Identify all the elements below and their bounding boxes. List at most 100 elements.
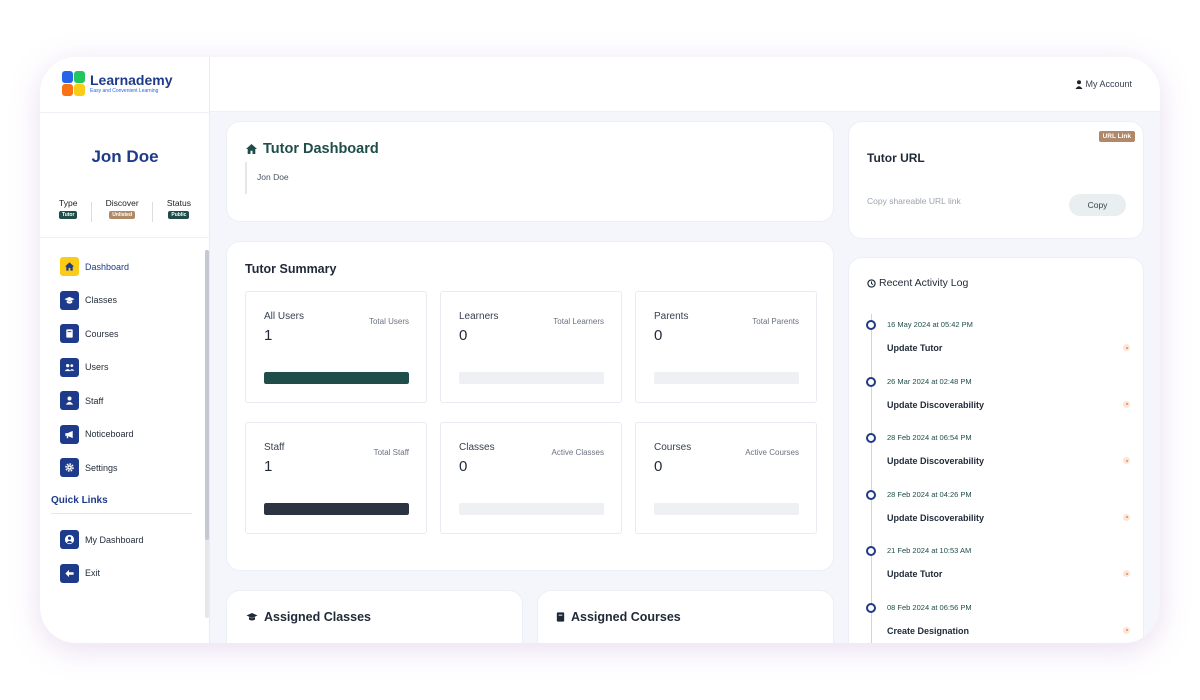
assigned-courses-title-text: Assigned Courses (571, 610, 681, 624)
sidebar-item-label: Users (85, 362, 109, 372)
timeline-dot (866, 376, 876, 387)
stat-card-staff: Staff 1 Total Staff (245, 422, 427, 534)
timeline-dot (866, 489, 876, 500)
activity-item[interactable]: 26 Mar 2024 at 02:48 PM Update Discovera… (866, 373, 1130, 429)
stat-card-learners: Learners 0 Total Learners (440, 291, 622, 403)
profile-status: Status Public (164, 198, 194, 222)
stat-value: 0 (654, 458, 663, 475)
profile-discover-label: Discover (105, 198, 139, 208)
activity-text: Update Discoverability (887, 399, 985, 410)
activity-date: 28 Feb 2024 at 04:26 PM (887, 489, 972, 499)
activity-date: 28 Feb 2024 at 06:54 PM (887, 433, 972, 442)
user-circle-icon (60, 530, 79, 549)
stat-progress-bar (264, 372, 409, 384)
status-dot-icon (1123, 457, 1130, 464)
stat-sublabel: Total Parents (752, 317, 799, 326)
stat-card-courses: Courses 0 Active Courses (635, 422, 817, 534)
sidebar-item-classes[interactable]: Classes (60, 290, 134, 310)
profile-discover: Discover Unlisted (103, 198, 142, 222)
sidebar-nav: Dashboard Classes Courses Users Staff No… (60, 257, 134, 492)
status-dot-icon (1123, 513, 1130, 521)
quick-links-nav: My Dashboard Exit (60, 530, 144, 597)
sidebar-item-dashboard[interactable]: Dashboard (60, 257, 134, 276)
stat-value: 0 (459, 458, 468, 475)
stat-sublabel: Total Learners (553, 317, 604, 326)
stat-progress-bar (459, 372, 604, 384)
book-icon (60, 324, 79, 343)
profile-type-label: Type (59, 198, 78, 208)
user-icon (1075, 79, 1083, 89)
bullhorn-icon (60, 424, 79, 444)
status-badge: Tutor (59, 211, 78, 219)
sidebar-item-label: Staff (85, 395, 104, 406)
book-icon (556, 612, 565, 622)
tutor-url-title: Tutor URL (867, 151, 925, 165)
stat-progress-bar (264, 503, 409, 515)
stat-sublabel: Total Users (368, 317, 409, 326)
divider (40, 237, 210, 238)
sidebar-item-exit[interactable]: Exit (60, 563, 144, 583)
my-account-link[interactable]: My Account (1075, 79, 1132, 89)
logo[interactable]: Learnademy Easy and Convenient Learning (62, 71, 172, 97)
timeline-dot (866, 433, 876, 443)
my-account-label: My Account (1085, 79, 1132, 89)
divider (51, 513, 192, 514)
stat-label: All Users (264, 311, 305, 322)
sidebar-item-settings[interactable]: Settings (60, 458, 134, 477)
divider (91, 202, 93, 222)
stat-sublabel: Active Classes (551, 448, 604, 457)
logo-icon (62, 71, 86, 97)
activity-item[interactable]: 28 Feb 2024 at 04:26 PM Update Discovera… (866, 486, 1130, 542)
graduation-cap-icon (246, 613, 258, 621)
sidebar-item-noticeboard[interactable]: Noticeboard (60, 424, 134, 444)
app-window: Learnademy Easy and Convenient Learning … (40, 57, 1160, 643)
sidebar-item-label: My Dashboard (85, 534, 144, 545)
profile-name: Jon Doe (91, 147, 159, 166)
status-dot-icon (1123, 400, 1130, 408)
logo-tagline: Easy and Convenient Learning (90, 88, 159, 94)
activity-item[interactable]: 16 May 2024 at 05:42 PM Update Tutor (866, 316, 1130, 372)
stat-sublabel: Active Courses (745, 448, 799, 457)
divider (40, 112, 210, 113)
url-link-badge: URL Link (1098, 131, 1135, 142)
stat-label: Classes (459, 442, 495, 453)
activity-item[interactable]: 08 Feb 2024 at 06:56 PM Create Designati… (866, 599, 1130, 644)
graduation-cap-icon (60, 290, 79, 310)
page-title: Tutor Dashboard (245, 141, 379, 157)
activity-log-card: Recent Activity Log 16 May 2024 at 05:42… (848, 257, 1144, 643)
activity-item[interactable]: 21 Feb 2024 at 10:53 AM Update Tutor (866, 542, 1130, 598)
scrollbar-thumb[interactable] (205, 250, 209, 540)
sidebar-item-label: Settings (85, 462, 118, 473)
sidebar-item-label: Exit (85, 568, 101, 578)
stat-value: 1 (264, 458, 273, 475)
quick-links-title: Quick Links (51, 495, 108, 506)
activity-text: Update Discoverability (887, 456, 985, 466)
timeline-dot (866, 320, 876, 330)
user-icon (60, 391, 79, 410)
activity-log-title: Recent Activity Log (867, 277, 968, 289)
sidebar-item-staff[interactable]: Staff (60, 391, 134, 410)
home-icon (246, 144, 257, 154)
arrow-left-icon (60, 563, 79, 583)
sidebar: Learnademy Easy and Convenient Learning … (40, 57, 210, 643)
sidebar-item-courses[interactable]: Courses (60, 324, 134, 343)
url-field[interactable]: Copy shareable URL link (867, 196, 961, 206)
activity-item[interactable]: 28 Feb 2024 at 06:54 PM Update Discovera… (866, 429, 1130, 485)
activity-text: Create Designation (887, 625, 970, 636)
sidebar-item-my-dashboard[interactable]: My Dashboard (60, 530, 144, 549)
stat-label: Learners (459, 311, 499, 322)
sidebar-item-users[interactable]: Users (60, 357, 134, 377)
assigned-classes-card: Assigned Classes (226, 590, 523, 643)
status-dot-icon (1123, 344, 1130, 351)
sidebar-scrollbar[interactable] (205, 250, 209, 618)
stat-value: 0 (459, 327, 468, 344)
activity-log-title-text: Recent Activity Log (879, 277, 969, 289)
top-bar: My Account (210, 57, 1160, 112)
stat-progress-fill (264, 372, 409, 384)
copy-button[interactable]: Copy (1069, 194, 1126, 216)
sidebar-item-label: Classes (85, 295, 118, 305)
stat-progress-bar (459, 503, 604, 515)
gear-icon (60, 458, 79, 477)
activity-text: Update Tutor (887, 569, 943, 579)
stat-card-parents: Parents 0 Total Parents (635, 291, 817, 403)
